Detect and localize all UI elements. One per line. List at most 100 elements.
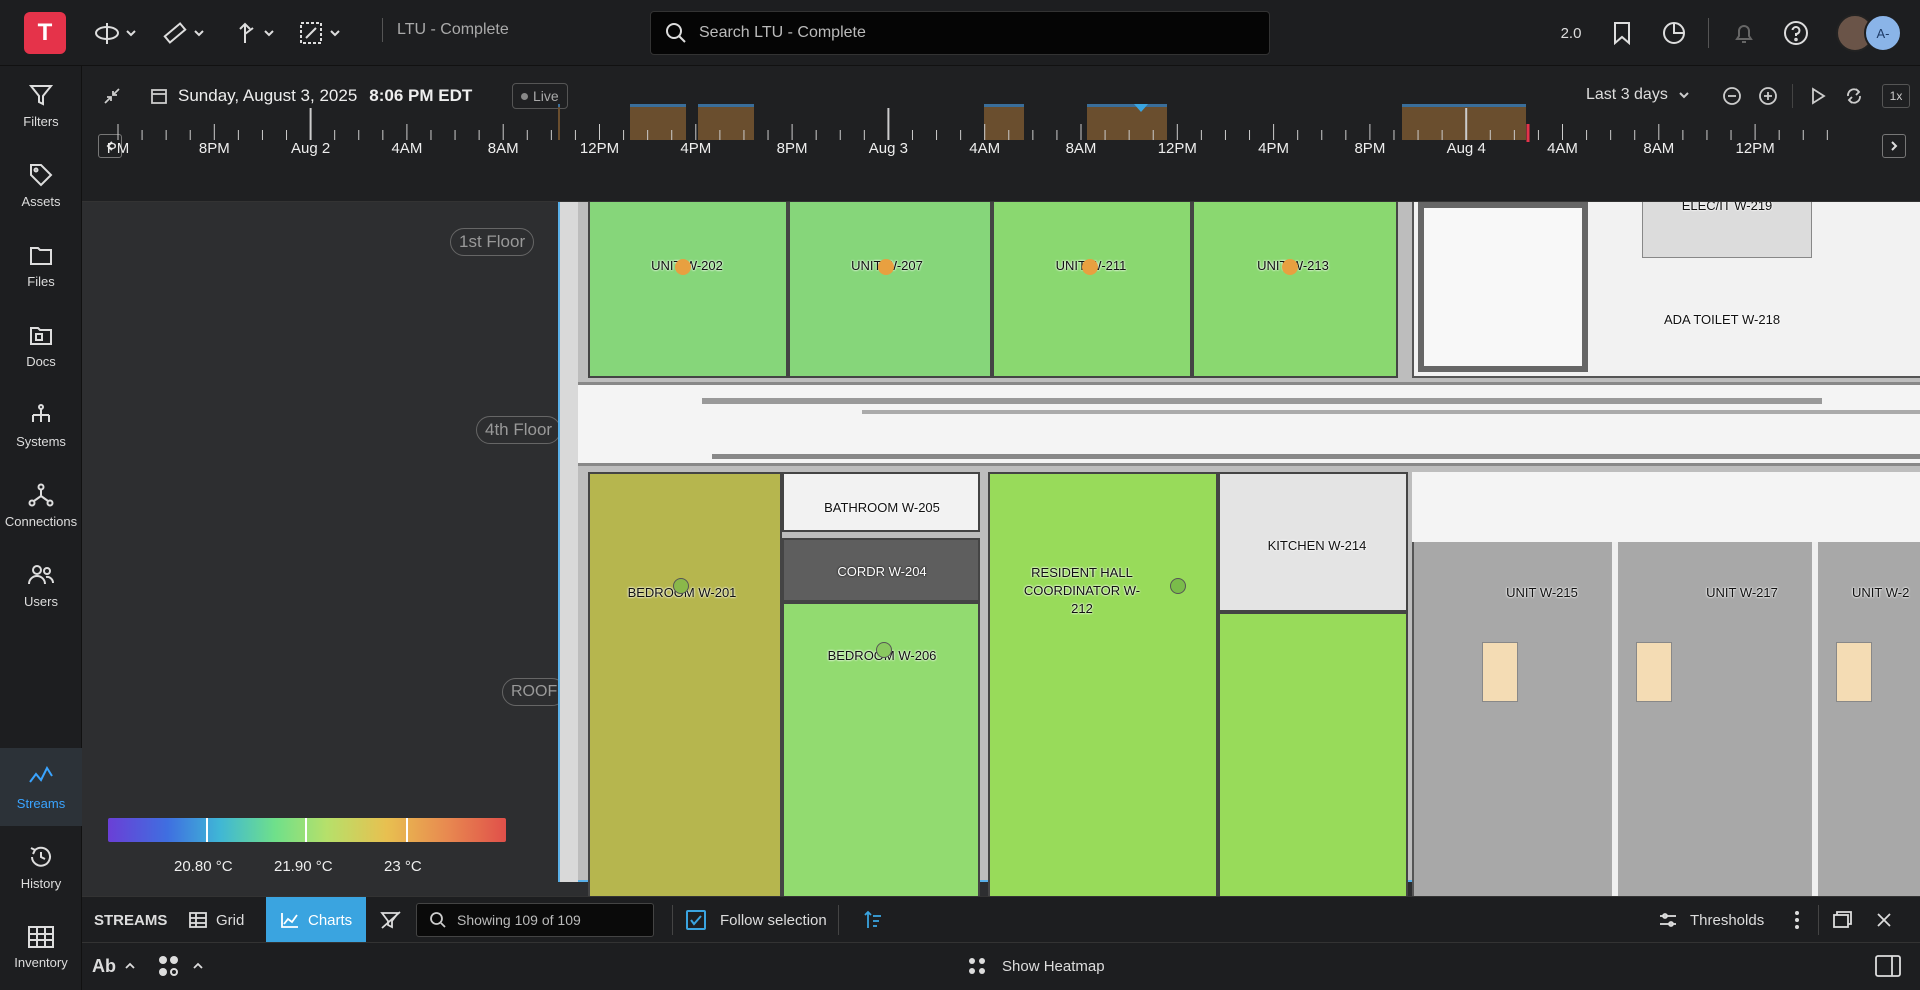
temperature-legend: [108, 818, 506, 842]
marker-style-button[interactable]: [156, 943, 204, 989]
activity-bar: [630, 104, 686, 107]
follow-selection-toggle[interactable]: Follow selection: [686, 897, 827, 943]
pulse-icon: [29, 765, 53, 783]
text-style-button[interactable]: Ab: [92, 943, 136, 989]
chevron-up-icon: [193, 962, 203, 969]
sidebar-item-files[interactable]: Files: [0, 226, 82, 304]
search-input[interactable]: [699, 24, 1239, 42]
notifications-button[interactable]: [1726, 14, 1762, 52]
avatar[interactable]: A-: [1864, 14, 1902, 52]
shaft: [1418, 202, 1588, 372]
bookmark-icon: [1614, 22, 1630, 45]
duct: [712, 454, 1920, 459]
activity-bar: [984, 104, 1024, 107]
sidebar-item-docs[interactable]: Docs: [0, 306, 82, 384]
room-unit-w-207[interactable]: [788, 202, 992, 378]
floor-tag-roof[interactable]: ROOF: [502, 678, 567, 706]
viewer-bottom-bar: Ab Show Heatmap: [82, 942, 1920, 990]
streams-search-input[interactable]: [457, 912, 647, 928]
sidebar-item-history[interactable]: History: [0, 828, 82, 906]
chevron-right-icon: [1891, 141, 1898, 151]
close-panel-button[interactable]: [1876, 897, 1892, 943]
thresholds-button[interactable]: Thresholds: [1658, 897, 1764, 943]
left-sidebar: Filters Assets Files Docs Systems Connec…: [0, 66, 82, 990]
live-dot: [521, 92, 528, 100]
line-chart-icon: [281, 913, 298, 928]
charts-view-button[interactable]: Charts: [266, 897, 367, 943]
activity-block: [558, 106, 560, 140]
fixture: [1636, 642, 1672, 702]
activity-block: [1402, 106, 1526, 140]
exterior-wall: [560, 202, 578, 882]
sidebar-item-systems[interactable]: Systems: [0, 386, 82, 464]
room-unit-w-202[interactable]: [588, 202, 788, 378]
legend-label-mid: 21.90 °C: [274, 858, 333, 875]
sliders-icon: [1660, 913, 1676, 927]
popout-button[interactable]: [1832, 897, 1852, 943]
app-logo[interactable]: T: [24, 12, 66, 54]
timeline-label: 12PM: [1157, 140, 1197, 157]
timeline-label: 8PM: [1354, 140, 1386, 157]
sensor-marker[interactable]: [1082, 259, 1098, 275]
sidebar-item-streams[interactable]: Streams: [0, 748, 82, 826]
global-search[interactable]: [650, 11, 1270, 55]
room-label: UNIT W-2: [1852, 585, 1910, 600]
sensor-marker[interactable]: [673, 578, 689, 594]
timeline-label: 4AM: [969, 140, 1001, 157]
help-icon: [1784, 21, 1808, 45]
room-unit-w-213[interactable]: [1192, 202, 1398, 378]
split-view-button[interactable]: [1874, 943, 1902, 989]
sidebar-item-users[interactable]: Users: [0, 546, 82, 624]
fixture: [1482, 642, 1518, 702]
timeline-label: 4PM: [680, 140, 712, 157]
grid-view-button[interactable]: Grid: [188, 897, 244, 943]
sensor-marker[interactable]: [1282, 259, 1298, 275]
floor-tag-4th[interactable]: 4th Floor: [476, 416, 562, 444]
fixture: [1836, 642, 1872, 702]
help-button[interactable]: [1778, 14, 1814, 52]
history-icon: [30, 846, 51, 867]
sidebar-item-connections[interactable]: Connections: [0, 466, 82, 544]
markup-tool-button[interactable]: [298, 18, 340, 48]
show-heatmap-button[interactable]: Show Heatmap: [966, 943, 1105, 989]
sidebar-item-filters[interactable]: Filters: [0, 66, 82, 144]
playback-speed[interactable]: 1x: [1882, 84, 1910, 108]
dashboard-button[interactable]: [1656, 14, 1692, 52]
room-label: ELEC/IT W-219: [1681, 202, 1773, 213]
sensor-marker[interactable]: [878, 259, 894, 275]
sensor-marker[interactable]: [1170, 578, 1186, 594]
sidebar-item-assets[interactable]: Assets: [0, 146, 82, 224]
timeline-next-button[interactable]: [1882, 134, 1906, 158]
inventory-icon: [28, 925, 54, 948]
model-viewport[interactable]: 1st Floor 4th Floor ROOF UNIT W-202 UNIT…: [82, 202, 1920, 896]
measure-tool-button[interactable]: [162, 18, 204, 48]
more-options-button[interactable]: [1794, 897, 1800, 943]
text-style-label: Ab: [92, 955, 116, 976]
room-resident-hall-coordinator-w-212[interactable]: [988, 472, 1218, 896]
streams-toolbar: STREAMS Grid Charts Follow selection Thr…: [82, 896, 1920, 943]
room-unit-w-211[interactable]: [992, 202, 1192, 378]
partition: [1612, 542, 1618, 896]
streams-search[interactable]: [416, 903, 654, 937]
sidebar-item-inventory[interactable]: Inventory: [0, 908, 82, 986]
orbit-tool-button[interactable]: [94, 18, 136, 48]
check-icon: [690, 915, 702, 926]
timeline-track[interactable]: PM 8PM Aug 2 4AM 8AM 12PM 4PM 8PM Aug 3 4AM 8AM 12P…: [107, 102, 1872, 202]
sensor-marker[interactable]: [876, 642, 892, 658]
clear-filter-button[interactable]: [380, 897, 402, 943]
section-tool-button[interactable]: [232, 18, 274, 48]
sort-button[interactable]: [864, 897, 884, 943]
sensor-marker[interactable]: [675, 259, 691, 275]
hierarchy-icon: [32, 403, 50, 422]
orbit-icon: [95, 23, 119, 44]
legend-tick: [206, 818, 208, 842]
floor-tag-1st[interactable]: 1st Floor: [450, 228, 535, 256]
streams-title: STREAMS: [94, 911, 168, 929]
room-label: UNIT W-217: [1706, 585, 1778, 600]
bookmark-button[interactable]: [1604, 14, 1640, 52]
sidebar-item-label: Filters: [23, 113, 59, 129]
search-icon: [666, 23, 686, 43]
checkbox[interactable]: [686, 910, 706, 930]
room-bedroom-w-201[interactable]: [588, 472, 782, 896]
room-label: CORDR W-204: [837, 564, 927, 579]
